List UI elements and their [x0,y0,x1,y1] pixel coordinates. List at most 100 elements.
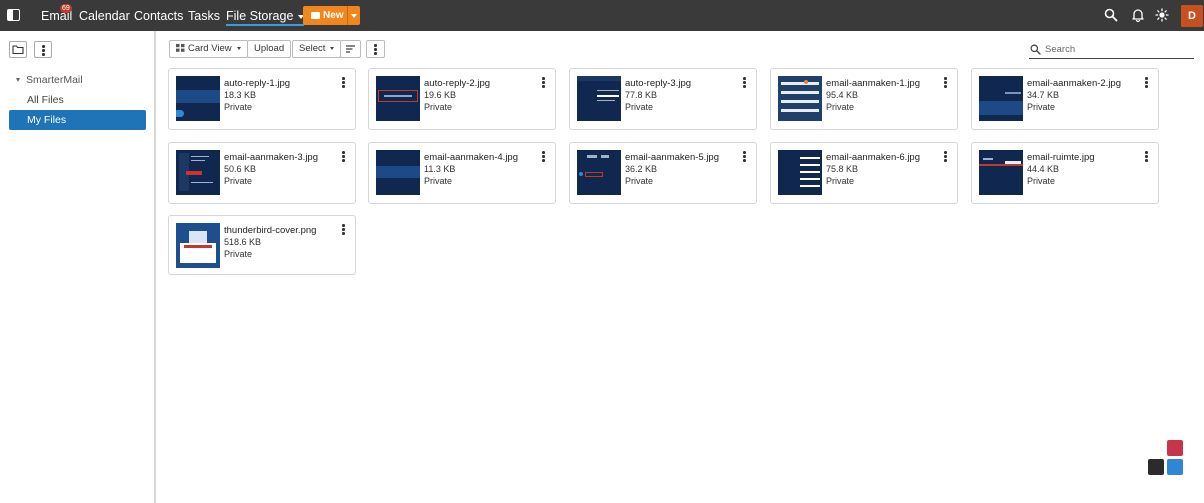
file-visibility: Private [826,176,855,186]
nav-contacts[interactable]: Contacts [134,9,183,23]
more-vertical-icon[interactable] [342,224,345,235]
sidebar: SmarterMail All Files My Files [0,31,156,503]
more-vertical-icon[interactable] [342,151,345,162]
more-vertical-icon[interactable] [944,77,947,88]
file-card[interactable]: email-aanmaken-2.jpg 34.7 KB Private [971,68,1159,130]
sort-icon [346,45,355,53]
file-size: 11.3 KB [424,164,456,174]
file-size: 18.3 KB [224,90,257,100]
file-size: 75.8 KB [826,164,859,174]
file-card[interactable]: email-aanmaken-4.jpg 11.3 KB Private [368,142,556,204]
more-vertical-icon[interactable] [743,77,746,88]
mail-icon [311,12,320,19]
file-size: 34.7 KB [1027,90,1060,100]
file-card[interactable]: auto-reply-3.jpg 77.8 KB Private [569,68,757,130]
file-size: 36.2 KB [625,164,658,174]
more-vertical-icon [374,44,377,55]
file-visibility: Private [625,176,654,186]
search-input[interactable] [1045,42,1190,57]
tree-root-label: SmarterMail [26,74,83,86]
file-thumbnail [778,76,822,121]
sidebar-item-my-files[interactable]: My Files [9,110,146,130]
file-card[interactable]: email-aanmaken-5.jpg 36.2 KB Private [569,142,757,204]
file-visibility: Private [625,102,654,112]
more-vertical-icon[interactable] [944,151,947,162]
more-vertical-icon[interactable] [1145,151,1148,162]
file-card[interactable]: email-aanmaken-6.jpg 75.8 KB Private [770,142,958,204]
more-vertical-icon [42,45,45,56]
upload-button[interactable]: Upload [247,40,292,58]
sidebar-more-button[interactable] [34,41,52,58]
more-vertical-icon[interactable] [542,77,545,88]
toolbar-more-button[interactable] [366,40,385,58]
file-name: thunderbird-cover.png [224,225,317,236]
nav-file-storage-label: File Storage [226,9,294,23]
file-visibility: Private [424,102,453,112]
folder-icon [12,45,24,55]
nav-calendar[interactable]: Calendar [79,9,130,23]
new-folder-button[interactable] [9,41,27,58]
top-bar: Email 69 Calendar Contacts Tasks File St… [0,0,1204,31]
file-name: email-aanmaken-6.jpg [826,152,920,163]
file-size: 44.4 KB [1027,164,1060,174]
file-size: 19.6 KB [424,90,457,100]
file-name: auto-reply-3.jpg [625,78,692,89]
new-button-label: New [323,10,344,21]
file-name: email-aanmaken-1.jpg [826,78,920,89]
file-thumbnail [176,223,220,268]
file-name: email-aanmaken-3.jpg [224,152,318,163]
sort-button[interactable] [340,40,361,58]
search-icon[interactable] [1104,8,1118,22]
file-name: auto-reply-1.jpg [224,78,291,89]
sidebar-toggle-icon[interactable] [7,9,20,21]
collapse-triangle-icon[interactable] [16,78,20,83]
new-button[interactable]: New [303,6,360,25]
sidebar-item-all-files[interactable]: All Files [9,90,146,110]
file-thumbnail [778,150,822,195]
file-thumbnail [376,76,420,121]
file-visibility: Private [826,102,855,112]
file-card[interactable]: email-aanmaken-1.jpg 95.4 KB Private [770,68,958,130]
bell-icon[interactable] [1131,8,1145,22]
select-label: Select [299,43,326,54]
file-thumbnail [176,76,220,121]
chevron-down-icon [236,46,241,50]
tree-root-smartermail[interactable]: SmarterMail [16,74,83,86]
card-view-label: Card View [188,43,232,54]
brand-logo-icon [1148,440,1183,475]
card-view-dropdown[interactable]: Card View [169,40,248,58]
file-visibility: Private [224,249,253,259]
select-dropdown[interactable]: Select [292,40,342,58]
new-button-divider [347,6,348,25]
grid-icon [176,44,185,52]
file-visibility: Private [424,176,453,186]
search-field[interactable] [1029,41,1194,59]
file-thumbnail [376,150,420,195]
file-card[interactable]: thunderbird-cover.png 518.6 KB Private [168,215,356,275]
file-card[interactable]: auto-reply-1.jpg 18.3 KB Private [168,68,356,130]
file-thumbnail [176,150,220,195]
nav-file-storage[interactable]: File Storage [226,9,305,26]
file-visibility: Private [1027,102,1056,112]
sun-icon[interactable] [1155,8,1169,22]
file-name: email-aanmaken-4.jpg [424,152,518,163]
more-vertical-icon[interactable] [1145,77,1148,88]
file-size: 95.4 KB [826,90,859,100]
file-name: email-aanmaken-2.jpg [1027,78,1121,89]
more-vertical-icon[interactable] [743,151,746,162]
file-size: 50.6 KB [224,164,257,174]
file-size: 518.6 KB [224,237,262,247]
file-card[interactable]: auto-reply-2.jpg 19.6 KB Private [368,68,556,130]
file-visibility: Private [224,176,253,186]
file-card[interactable]: email-ruimte.jpg 44.4 KB Private [971,142,1159,204]
search-icon [1030,44,1041,55]
file-thumbnail [577,76,621,121]
more-vertical-icon[interactable] [342,77,345,88]
file-card[interactable]: email-aanmaken-3.jpg 50.6 KB Private [168,142,356,204]
file-name: email-aanmaken-5.jpg [625,152,719,163]
file-visibility: Private [224,102,253,112]
new-dropdown-icon[interactable] [351,14,357,18]
nav-tasks[interactable]: Tasks [188,9,220,23]
more-vertical-icon[interactable] [542,151,545,162]
avatar[interactable]: D [1181,5,1203,27]
